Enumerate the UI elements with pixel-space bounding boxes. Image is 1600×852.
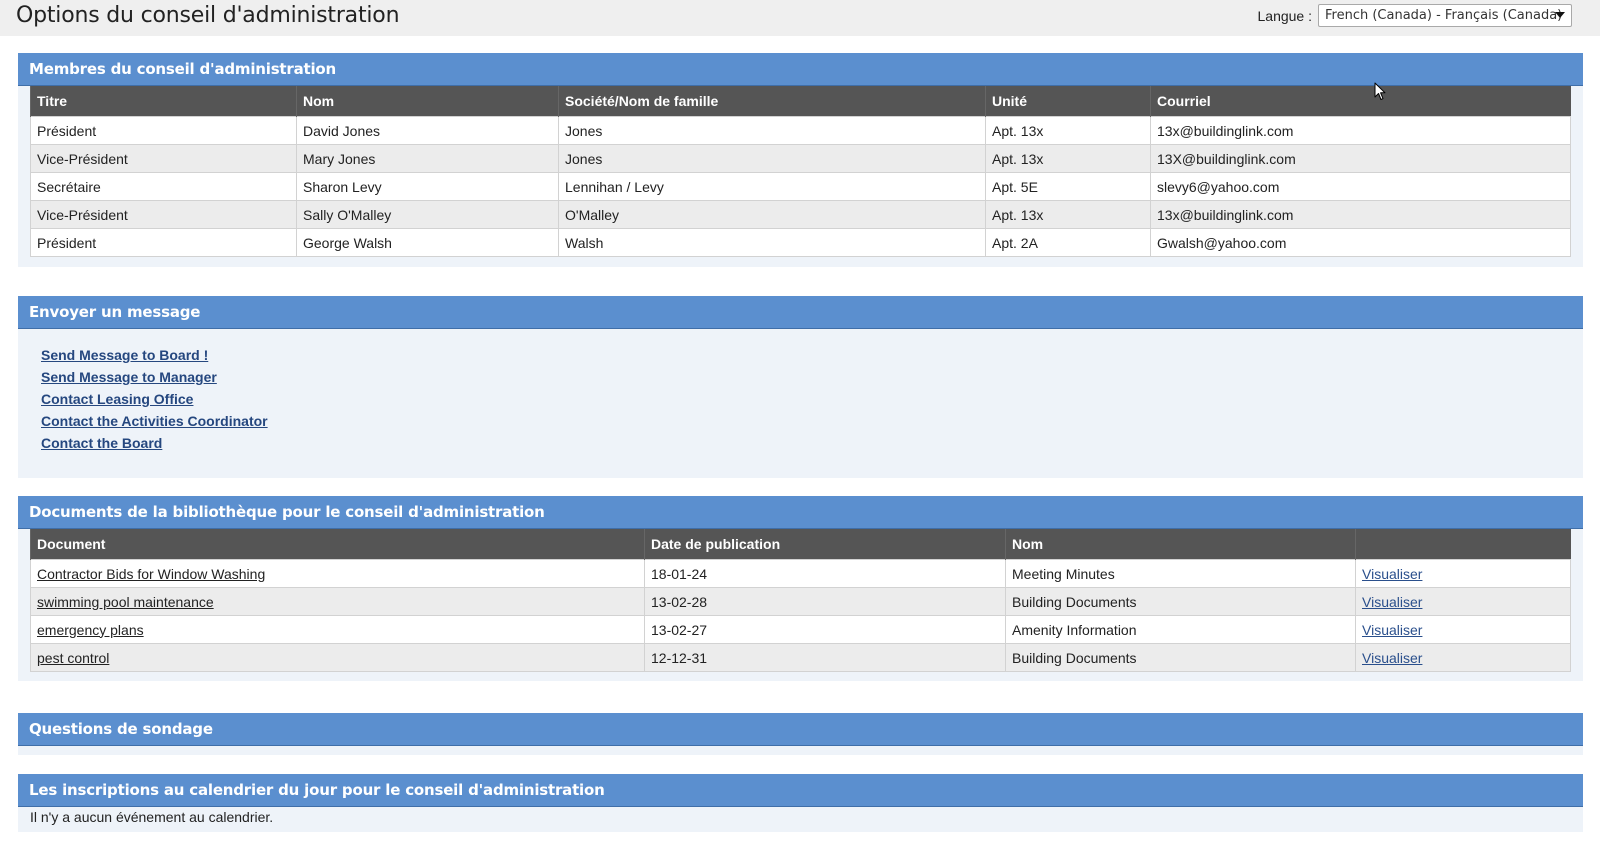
column-header-company: Société/Nom de famille xyxy=(558,86,986,117)
view-document-link[interactable]: Visualiser xyxy=(1362,622,1422,638)
document-name-cell: swimming pool maintenance xyxy=(30,587,645,616)
document-date-cell: 13-02-28 xyxy=(644,587,1006,616)
member-title-cell: Vice-Président xyxy=(30,144,297,173)
document-category-cell: Amenity Information xyxy=(1005,615,1356,644)
documents-header: Documents de la bibliothèque pour le con… xyxy=(18,496,1583,529)
contact-activities-coordinator-link[interactable]: Contact the Activities Coordinator xyxy=(41,410,1583,432)
column-header-publication-date: Date de publication xyxy=(644,529,1006,560)
document-name-cell: emergency plans xyxy=(30,615,645,644)
member-company-cell: Walsh xyxy=(558,228,986,257)
member-email-cell: Gwalsh@yahoo.com xyxy=(1150,228,1571,257)
send-message-to-manager-link[interactable]: Send Message to Manager xyxy=(41,366,1583,388)
table-header-row: Document Date de publication Nom xyxy=(30,529,1571,560)
document-date-cell: 18-01-24 xyxy=(644,559,1006,588)
document-link[interactable]: pest control xyxy=(37,650,109,666)
member-email-cell: 13x@buildinglink.com xyxy=(1150,116,1571,145)
language-select-value: French (Canada) - Français (Canada) xyxy=(1325,8,1563,23)
document-date-cell: 13-02-27 xyxy=(644,615,1006,644)
message-links-list: Send Message to Board ! Send Message to … xyxy=(18,329,1583,470)
language-select[interactable]: French (Canada) - Français (Canada) xyxy=(1318,4,1572,27)
table-row: pest control 12-12-31 Building Documents… xyxy=(30,643,1571,672)
document-view-cell: Visualiser xyxy=(1355,615,1571,644)
member-name-cell: Sharon Levy xyxy=(296,172,559,201)
documents-table: Document Date de publication Nom Contrac… xyxy=(30,529,1571,672)
member-name-cell: George Walsh xyxy=(296,228,559,257)
view-document-link[interactable]: Visualiser xyxy=(1362,594,1422,610)
column-header-title: Titre xyxy=(30,86,297,117)
calendar-section: Les inscriptions au calendrier du jour p… xyxy=(18,774,1583,832)
send-message-section: Envoyer un message Send Message to Board… xyxy=(18,296,1583,478)
documents-section: Documents de la bibliothèque pour le con… xyxy=(18,496,1583,681)
member-name-cell: David Jones xyxy=(296,116,559,145)
document-view-cell: Visualiser xyxy=(1355,587,1571,616)
table-row: Vice-Président Sally O'Malley O'Malley A… xyxy=(30,200,1571,229)
contact-leasing-office-link[interactable]: Contact Leasing Office xyxy=(41,388,1583,410)
member-company-cell: Jones xyxy=(558,116,986,145)
document-link[interactable]: Contractor Bids for Window Washing xyxy=(37,566,265,582)
document-name-cell: Contractor Bids for Window Washing xyxy=(30,559,645,588)
table-row: Contractor Bids for Window Washing 18-01… xyxy=(30,559,1571,588)
board-members-section: Membres du conseil d'administration Titr… xyxy=(18,53,1583,267)
survey-questions-section: Questions de sondage xyxy=(18,713,1583,755)
column-header-email: Courriel xyxy=(1150,86,1571,117)
document-category-cell: Meeting Minutes xyxy=(1005,559,1356,588)
document-link[interactable]: emergency plans xyxy=(37,622,144,638)
column-header-document: Document xyxy=(30,529,645,560)
table-row: Vice-Président Mary Jones Jones Apt. 13x… xyxy=(30,144,1571,173)
calendar-empty-message: Il n'y a aucun événement au calendrier. xyxy=(30,809,274,825)
board-members-table: Titre Nom Société/Nom de famille Unité C… xyxy=(30,86,1571,257)
column-header-category: Nom xyxy=(1005,529,1356,560)
table-row: emergency plans 13-02-27 Amenity Informa… xyxy=(30,615,1571,644)
member-company-cell: O'Malley xyxy=(558,200,986,229)
member-unit-cell: Apt. 13x xyxy=(985,200,1151,229)
send-message-header: Envoyer un message xyxy=(18,296,1583,329)
table-row: Président George Walsh Walsh Apt. 2A Gwa… xyxy=(30,228,1571,257)
column-header-name: Nom xyxy=(296,86,559,117)
member-company-cell: Jones xyxy=(558,144,986,173)
member-unit-cell: Apt. 13x xyxy=(985,116,1151,145)
board-members-header: Membres du conseil d'administration xyxy=(18,53,1583,86)
contact-the-board-link[interactable]: Contact the Board xyxy=(41,432,1583,454)
table-row: Secrétaire Sharon Levy Lennihan / Levy A… xyxy=(30,172,1571,201)
survey-questions-header: Questions de sondage xyxy=(18,713,1583,746)
member-title-cell: Président xyxy=(30,228,297,257)
column-header-unit: Unité xyxy=(985,86,1151,117)
table-row: swimming pool maintenance 13-02-28 Build… xyxy=(30,587,1571,616)
member-unit-cell: Apt. 13x xyxy=(985,144,1151,173)
table-row: Président David Jones Jones Apt. 13x 13x… xyxy=(30,116,1571,145)
chevron-down-icon xyxy=(1555,12,1565,18)
page-title: Options du conseil d'administration xyxy=(16,3,400,28)
view-document-link[interactable]: Visualiser xyxy=(1362,566,1422,582)
member-unit-cell: Apt. 5E xyxy=(985,172,1151,201)
member-company-cell: Lennihan / Levy xyxy=(558,172,986,201)
member-name-cell: Mary Jones xyxy=(296,144,559,173)
document-view-cell: Visualiser xyxy=(1355,559,1571,588)
member-email-cell: slevy6@yahoo.com xyxy=(1150,172,1571,201)
member-unit-cell: Apt. 2A xyxy=(985,228,1151,257)
language-selector-group: Langue : French (Canada) - Français (Can… xyxy=(1257,4,1572,27)
column-header-actions xyxy=(1355,529,1571,560)
view-document-link[interactable]: Visualiser xyxy=(1362,650,1422,666)
document-category-cell: Building Documents xyxy=(1005,643,1356,672)
member-title-cell: Président xyxy=(30,116,297,145)
document-category-cell: Building Documents xyxy=(1005,587,1356,616)
table-header-row: Titre Nom Société/Nom de famille Unité C… xyxy=(30,86,1571,117)
member-email-cell: 13x@buildinglink.com xyxy=(1150,200,1571,229)
document-view-cell: Visualiser xyxy=(1355,643,1571,672)
document-name-cell: pest control xyxy=(30,643,645,672)
document-link[interactable]: swimming pool maintenance xyxy=(37,594,214,610)
send-message-to-board-link[interactable]: Send Message to Board ! xyxy=(41,344,1583,366)
member-email-cell: 13X@buildinglink.com xyxy=(1150,144,1571,173)
document-date-cell: 12-12-31 xyxy=(644,643,1006,672)
mouse-cursor-icon xyxy=(1374,82,1386,100)
member-title-cell: Vice-Président xyxy=(30,200,297,229)
calendar-header: Les inscriptions au calendrier du jour p… xyxy=(18,774,1583,807)
language-label: Langue : xyxy=(1257,7,1313,24)
member-title-cell: Secrétaire xyxy=(30,172,297,201)
top-bar: Options du conseil d'administration Lang… xyxy=(0,0,1600,36)
member-name-cell: Sally O'Malley xyxy=(296,200,559,229)
